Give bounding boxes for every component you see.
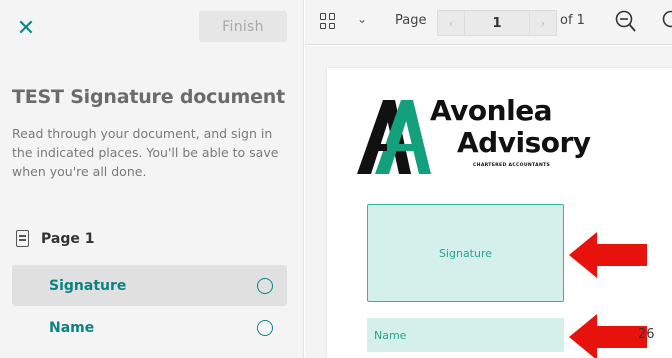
arrow-icon	[569, 314, 647, 358]
logo-mark-icon	[357, 100, 431, 174]
field-item-name[interactable]: Name	[12, 307, 287, 348]
page-icon	[16, 230, 29, 247]
field-item-label: Name	[49, 319, 95, 336]
page-count-label: of 1	[560, 13, 585, 28]
status-circle-icon	[257, 319, 273, 336]
logo-text-line1: Avonlea	[430, 94, 553, 127]
close-icon[interactable]: ✕	[14, 14, 38, 42]
page-section-header[interactable]: Page 1	[16, 230, 94, 247]
document-viewer: Avonlea Advisory CHARTERED ACCOUNTANTS S…	[305, 46, 672, 358]
page-label: Page	[395, 13, 427, 28]
chevron-down-icon[interactable]: ⌄	[357, 12, 367, 26]
document-text-fragment: 26	[638, 327, 655, 342]
document-toolbar: ⌄ Page ‹ 1 › of 1	[305, 0, 672, 45]
document-title: TEST Signature document	[12, 86, 285, 108]
page-navigator: ‹ 1 ›	[437, 10, 557, 36]
logo-tagline: CHARTERED ACCOUNTANTS	[473, 163, 551, 168]
document-instructions: Read through your document, and sign in …	[12, 126, 279, 179]
page-section-label: Page 1	[41, 230, 95, 247]
logo-text-line2: Advisory	[457, 126, 591, 159]
name-field-label: Name	[374, 328, 407, 342]
zoom-in-icon[interactable]	[662, 10, 672, 34]
arrow-icon	[569, 232, 647, 278]
grid-view-icon[interactable]	[320, 13, 336, 29]
current-page-input[interactable]: 1	[464, 11, 530, 35]
finish-button[interactable]: Finish	[199, 11, 287, 42]
next-page-button[interactable]: ›	[530, 11, 556, 35]
field-item-label: Signature	[49, 277, 127, 294]
field-item-signature[interactable]: Signature	[12, 265, 287, 306]
signature-field-label: Signature	[438, 246, 493, 260]
company-logo: Avonlea Advisory CHARTERED ACCOUNTANTS	[355, 94, 591, 176]
prev-page-button[interactable]: ‹	[438, 11, 464, 35]
signature-field[interactable]: Signature	[367, 204, 564, 302]
zoom-out-icon[interactable]	[615, 10, 637, 34]
signing-sidebar: ✕ Finish TEST Signature document Read th…	[0, 0, 304, 358]
document-page: Avonlea Advisory CHARTERED ACCOUNTANTS S…	[327, 68, 672, 358]
status-circle-icon	[257, 277, 273, 294]
name-field[interactable]: Name	[367, 318, 564, 352]
